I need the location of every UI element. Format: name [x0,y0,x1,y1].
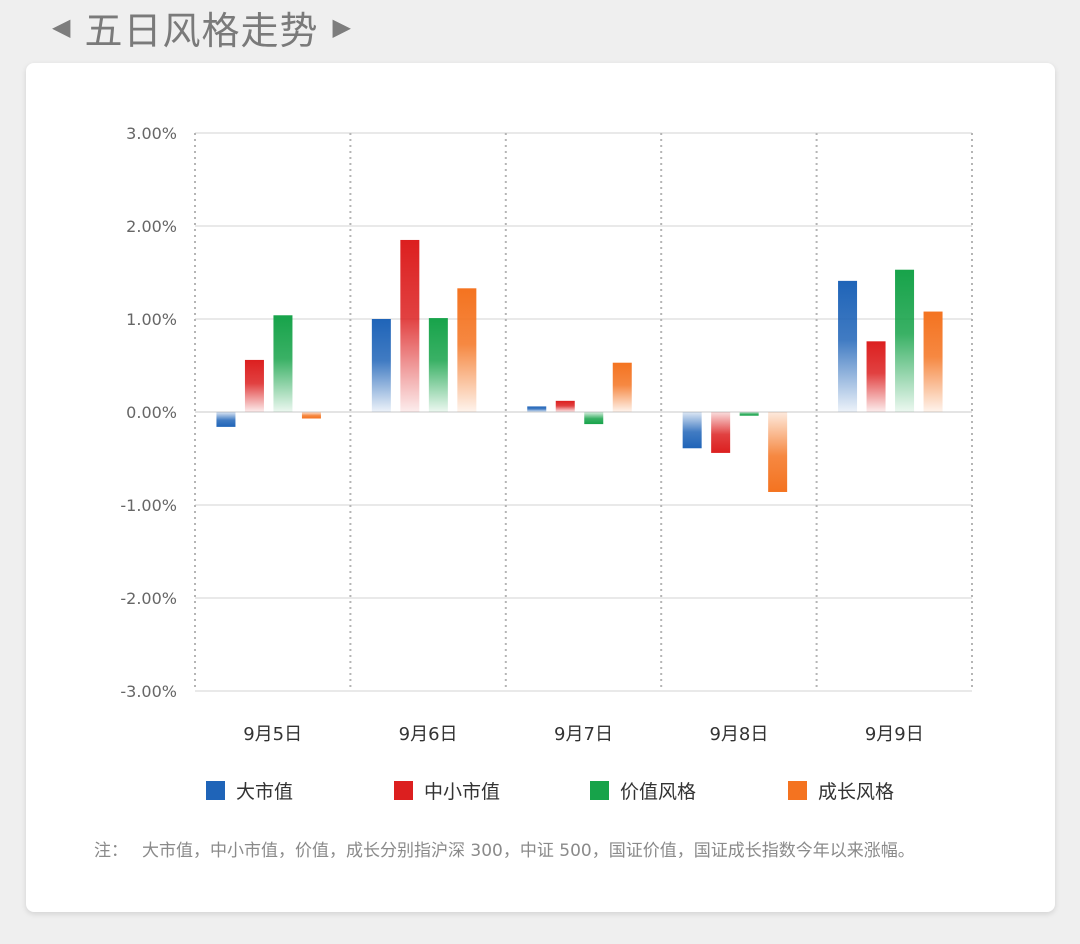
bar [216,412,236,427]
bar [612,362,632,412]
x-tick-label: 9月5日 [243,724,302,745]
chart-card: 3.00% 2.00% 1.00% 0.00% -1.00% -2.00% -3.00% 9月… [26,63,1055,912]
page-title: 五日风格走势 [84,8,319,53]
bar [838,280,858,412]
x-tick-label: 9月7日 [554,724,613,745]
y-tick-label: 2.00% [126,217,177,236]
legend-label: 大市值 [236,781,294,803]
x-tick-label: 9月8日 [709,724,768,745]
y-tick-label: -3.00% [120,682,177,701]
bar [428,318,448,412]
note-text: 大市值，中小市值，价值，成长分别指沪深 300，中证 500，国证价值，国证成长… [142,841,915,861]
legend-item: 大市值 [206,777,293,804]
section-header: ◀ 五日风格走势 ▶ [52,2,351,53]
y-tick-label: -1.00% [120,496,177,515]
legend-swatch [206,781,225,800]
bar [895,269,915,412]
bar [555,400,575,412]
bar [584,412,604,425]
y-tick-label: 0.00% [126,403,177,422]
bar [457,288,477,412]
bar [371,319,391,412]
bar [682,412,702,449]
y-tick-label: -2.00% [120,589,177,608]
legend-item: 成长风格 [788,777,894,804]
legend-swatch [394,781,413,800]
bar [527,406,547,412]
legend-label: 价值风格 [620,781,697,803]
triangle-left-icon: ◀ [52,13,71,41]
bar [273,315,293,412]
bar-chart: 3.00% 2.00% 1.00% 0.00% -1.00% -2.00% -3.00% 9月… [120,124,973,745]
bar [244,359,264,412]
bar [400,239,420,412]
triangle-right-icon: ▶ [332,13,351,41]
bar [739,412,759,416]
y-tick-label: 3.00% [126,124,177,143]
note-label: 注： [94,841,128,861]
chart-legend: 大市值 中小市值 价值风格 成长风格 [26,777,1055,803]
bar [866,341,886,412]
x-tick-label: 9月9日 [865,724,924,745]
legend-label: 中小市值 [424,781,501,803]
legend-swatch [788,781,807,800]
legend-label: 成长风格 [818,781,895,803]
bar [923,311,943,412]
bar [711,412,731,453]
legend-item: 中小市值 [394,777,500,804]
legend-item: 价值风格 [590,777,696,804]
bar [301,412,321,419]
legend-swatch [590,781,609,800]
y-tick-label: 1.00% [126,310,177,329]
bar [768,412,788,492]
x-tick-label: 9月6日 [399,724,458,745]
chart-note: 注： 大市值，中小市值，价值，成长分别指沪深 300，中证 500，国证价值，国证… [94,836,915,861]
